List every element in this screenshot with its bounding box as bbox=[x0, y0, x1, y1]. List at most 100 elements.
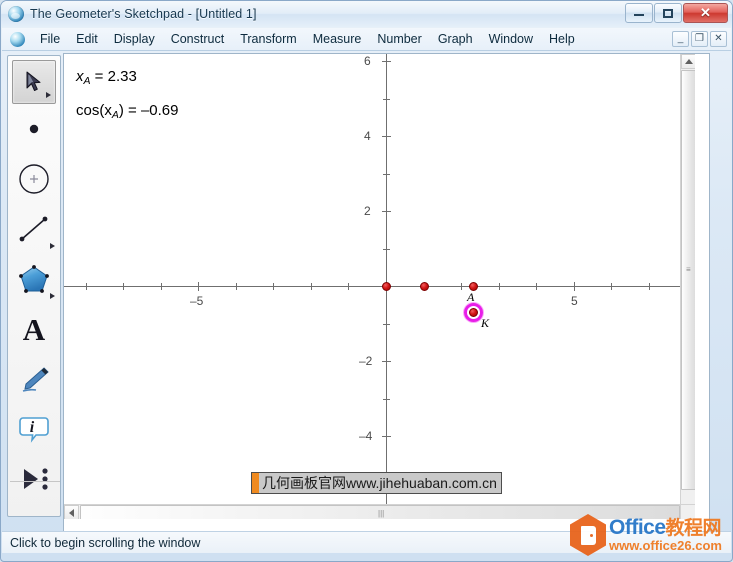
measurement-cos-value: ) = –0.69 bbox=[118, 102, 179, 119]
measurement-panel: xA = 2.33 cos(xA) = –0.69 bbox=[76, 62, 179, 130]
menu-item-edit[interactable]: Edit bbox=[68, 30, 106, 48]
polygon-tool[interactable] bbox=[9, 254, 59, 304]
measurement-cos-prefix: cos(x bbox=[76, 102, 112, 119]
office-brand-latin: Office bbox=[609, 516, 666, 540]
office-brand-cn: 教程网 bbox=[665, 517, 722, 540]
arrow-select-tool[interactable] bbox=[12, 60, 56, 104]
scroll-thumb-grip: ≡ bbox=[686, 265, 691, 274]
menu-item-measure[interactable]: Measure bbox=[305, 30, 370, 48]
y-tick-label-2: 2 bbox=[364, 204, 371, 218]
vertical-scrollbar[interactable]: ≡ bbox=[680, 54, 695, 519]
arrow-cursor-icon bbox=[26, 71, 41, 91]
mdi-minimize-button[interactable]: _ bbox=[672, 31, 689, 47]
x-tick-2 bbox=[461, 283, 462, 290]
vertical-scroll-thumb[interactable]: ≡ bbox=[681, 70, 695, 490]
office-brand-line: Office教程网 bbox=[609, 517, 722, 539]
letter-a-icon: A bbox=[22, 311, 46, 347]
polygon-tool-menu-caret[interactable] bbox=[50, 293, 55, 299]
scroll-left-button[interactable] bbox=[64, 505, 79, 519]
straightedge-tool-menu-caret[interactable] bbox=[50, 243, 55, 249]
menu-item-graph[interactable]: Graph bbox=[430, 30, 481, 48]
office-url: www.office26.com bbox=[609, 538, 722, 554]
pencil-marker-icon bbox=[22, 367, 49, 392]
compass-tool[interactable] bbox=[9, 154, 59, 204]
straightedge-tool[interactable] bbox=[9, 204, 59, 254]
sketch-canvas[interactable]: xA = 2.33 cos(xA) = –0.69 –5 5 6 4 2 –2 … bbox=[64, 54, 695, 519]
y-tick-2 bbox=[382, 211, 391, 212]
measurement-x-a-value: = 2.33 bbox=[90, 68, 137, 85]
office-site-watermark: Office教程网 www.office26.com bbox=[570, 512, 730, 558]
measurement-cos-subscript: A bbox=[111, 109, 119, 121]
marker-tool[interactable] bbox=[9, 354, 59, 404]
origin-point[interactable] bbox=[382, 282, 391, 291]
title-bar: The Geometer's Sketchpad - [Untitled 1] … bbox=[1, 1, 732, 27]
office-door-glyph bbox=[580, 525, 596, 545]
segment-line-icon bbox=[19, 216, 48, 242]
point-k-label[interactable]: K bbox=[481, 316, 489, 331]
x-tick-6 bbox=[611, 283, 612, 290]
y-tick-1 bbox=[383, 249, 390, 250]
x-tick-minus8 bbox=[86, 283, 87, 290]
text-tool[interactable]: A bbox=[9, 304, 59, 354]
menu-item-display[interactable]: Display bbox=[106, 30, 163, 48]
x-tick-minus5 bbox=[198, 282, 199, 291]
sketch-pane: xA = 2.33 cos(xA) = –0.69 –5 5 6 4 2 –2 … bbox=[63, 53, 710, 534]
y-tick-minus4 bbox=[382, 436, 391, 437]
window-title: The Geometer's Sketchpad - [Untitled 1] bbox=[30, 7, 257, 21]
measurement-x-a-subscript: A bbox=[83, 75, 91, 87]
maximize-button[interactable] bbox=[654, 3, 682, 23]
sketchpad-globe-icon bbox=[8, 6, 24, 22]
menu-item-help[interactable]: Help bbox=[541, 30, 583, 48]
h-scroll-thumb-grip: ||| bbox=[378, 509, 385, 518]
watermark-url-text: www.jihehuaban.com.cn bbox=[346, 475, 497, 491]
office-hexagon-icon bbox=[570, 514, 606, 556]
point-tool[interactable] bbox=[9, 104, 59, 154]
y-tick-minus1 bbox=[383, 324, 390, 325]
x-tick-4 bbox=[536, 283, 537, 290]
point-k[interactable] bbox=[469, 308, 478, 317]
chevron-left-icon bbox=[69, 508, 74, 517]
measurement-cos-x-a[interactable]: cos(xA) = –0.69 bbox=[76, 96, 179, 130]
information-tool[interactable]: i bbox=[9, 404, 59, 454]
chevron-up-icon bbox=[684, 59, 693, 64]
mdi-close-button[interactable]: ✕ bbox=[710, 31, 727, 47]
mdi-window-controls: _ ❐ ✕ bbox=[672, 31, 727, 47]
x-axis[interactable] bbox=[64, 286, 695, 287]
x-tick-5 bbox=[574, 282, 575, 291]
menu-item-transform[interactable]: Transform bbox=[232, 30, 305, 48]
menu-item-number[interactable]: Number bbox=[369, 30, 429, 48]
y-tick-label-minus2: –2 bbox=[359, 354, 373, 368]
point-icon bbox=[29, 124, 39, 134]
pentagon-icon bbox=[19, 265, 49, 293]
close-button[interactable]: ✕ bbox=[683, 3, 728, 23]
application-window: The Geometer's Sketchpad - [Untitled 1] … bbox=[0, 0, 733, 562]
unit-point[interactable] bbox=[420, 282, 429, 291]
document-globe-icon[interactable] bbox=[10, 31, 25, 47]
x-tick-minus6 bbox=[161, 283, 162, 290]
mdi-restore-button[interactable]: ❐ bbox=[691, 31, 708, 47]
window-controls: ✕ bbox=[625, 3, 728, 23]
scroll-up-button[interactable] bbox=[681, 54, 695, 69]
menu-item-file[interactable]: File bbox=[32, 30, 68, 48]
status-message: Click to begin scrolling the window bbox=[10, 535, 201, 550]
watermark-accent-bar bbox=[252, 473, 259, 493]
arrow-tool-menu-caret[interactable] bbox=[46, 92, 51, 98]
custom-tool[interactable] bbox=[9, 454, 59, 504]
x-tick-label-minus5: –5 bbox=[190, 294, 204, 308]
play-dots-icon bbox=[24, 468, 48, 490]
sketchpad-site-watermark: 几何画板官网 www.jihehuaban.com.cn bbox=[251, 472, 502, 494]
menu-bar: File Edit Display Construct Transform Me… bbox=[2, 28, 731, 51]
minimize-button[interactable] bbox=[625, 3, 653, 23]
x-tick-minus2 bbox=[311, 283, 312, 290]
toolbox: A i bbox=[7, 55, 61, 517]
circle-compass-icon bbox=[19, 164, 49, 194]
measurement-x-a[interactable]: xA = 2.33 bbox=[76, 62, 179, 96]
menu-item-window[interactable]: Window bbox=[481, 30, 541, 48]
menu-item-construct[interactable]: Construct bbox=[163, 30, 233, 48]
x-tick-minus3 bbox=[273, 283, 274, 290]
toolbox-divider bbox=[10, 481, 60, 482]
x-tick-minus4 bbox=[236, 283, 237, 290]
y-tick-4 bbox=[382, 136, 391, 137]
x-tick-3 bbox=[499, 283, 500, 290]
x-tick-label-5: 5 bbox=[571, 294, 578, 308]
